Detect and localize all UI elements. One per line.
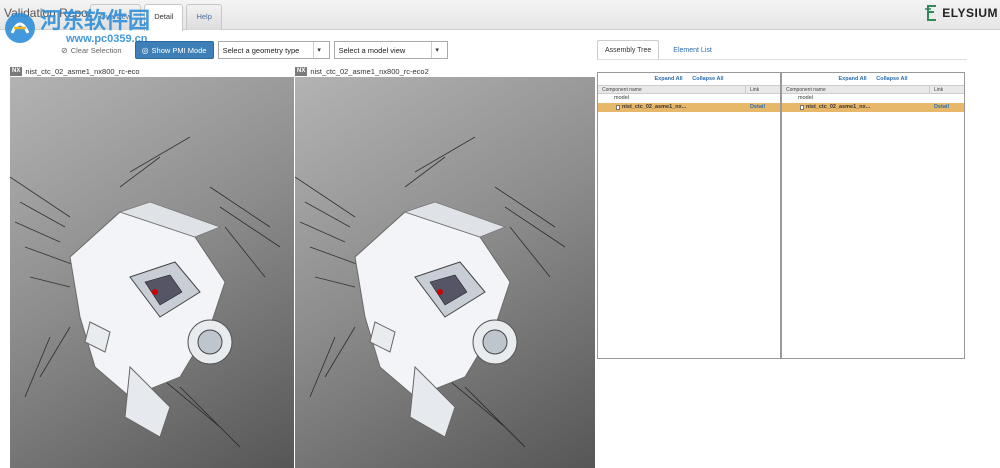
detail-link[interactable]: Detail <box>930 103 964 112</box>
pmi-icon: ◎ <box>141 45 149 55</box>
viewer-2-filename: nist_ctc_02_asme1_nx800_rc-eco2 <box>310 66 429 76</box>
viewer-toolbar: ⊘ Clear Selection ◎ Show PMI Mode Select… <box>0 40 448 60</box>
chevron-down-icon: ▾ <box>430 42 443 58</box>
cad-model-render <box>10 136 281 448</box>
model-viewer-2[interactable] <box>295 77 595 468</box>
tree-child-label: nist_ctc_02_asme1_nx... <box>806 104 871 110</box>
assembly-tree-2: Expand All Collapse All Component name L… <box>781 72 965 359</box>
nx-badge: NX <box>10 66 23 76</box>
tab-help[interactable]: Help <box>186 4 222 30</box>
viewer-1-filename: nist_ctc_02_asme1_nx800_rc-eco <box>25 66 140 76</box>
cad-model-render <box>295 136 566 448</box>
chevron-down-icon: ▾ <box>312 42 325 58</box>
brand-logo: ELYSIUM <box>924 5 998 21</box>
show-pmi-mode-label: Show PMI Mode <box>151 45 207 55</box>
elysium-logo-icon <box>924 5 938 21</box>
tab-assembly-tree[interactable]: Assembly Tree <box>597 40 660 59</box>
watermark-title: 河东软件园 <box>40 9 151 34</box>
column-link: Link <box>750 87 760 93</box>
tree-child-label: nist_ctc_02_asme1_nx... <box>622 104 687 110</box>
clear-selection-button[interactable]: ⊘ Clear Selection <box>54 41 129 59</box>
tree-row-selected[interactable]: nist_ctc_02_asme1_nx... Detail <box>598 103 780 112</box>
assembly-tree-1: Expand All Collapse All Component name L… <box>597 72 781 359</box>
panel-tabs: Assembly Tree Element List <box>597 40 720 59</box>
viewer-2-label: NX nist_ctc_02_asme1_nx800_rc-eco2 <box>295 66 429 76</box>
model-viewer-1[interactable] <box>10 77 294 468</box>
tab-element-list[interactable]: Element List <box>665 40 720 59</box>
viewer-1-label: NX nist_ctc_02_asme1_nx800_rc-eco <box>10 66 140 76</box>
part-file-icon <box>616 105 620 110</box>
nx-badge: NX <box>295 66 308 76</box>
tree-row-root[interactable]: model <box>782 94 964 103</box>
tree-actions: Expand All Collapse All <box>598 73 780 85</box>
tree-root-label: model <box>798 95 813 101</box>
brand-name: ELYSIUM <box>942 6 998 20</box>
tab-detail[interactable]: Detail <box>144 4 184 31</box>
expand-all-link[interactable]: Expand All <box>654 76 682 82</box>
model-view-value: Select a model view <box>338 45 406 55</box>
geometry-type-select[interactable]: Select a geometry type ▾ <box>217 41 330 59</box>
clear-selection-label: Clear Selection <box>70 45 122 55</box>
collapse-all-link[interactable]: Collapse All <box>692 76 723 82</box>
tree-root-label: model <box>614 95 629 101</box>
expand-all-link[interactable]: Expand All <box>838 76 866 82</box>
column-link: Link <box>934 87 944 93</box>
collapse-all-link[interactable]: Collapse All <box>876 76 907 82</box>
tree-header: Component name Link <box>598 85 780 94</box>
panel-divider <box>597 59 967 60</box>
column-component-name: Component name <box>598 86 746 93</box>
tree-actions: Expand All Collapse All <box>782 73 964 85</box>
show-pmi-mode-button[interactable]: ◎ Show PMI Mode <box>134 41 214 59</box>
part-file-icon <box>800 105 804 110</box>
tree-row-root[interactable]: model <box>598 94 780 103</box>
clear-icon: ⊘ <box>61 45 68 55</box>
model-view-select[interactable]: Select a model view ▾ <box>333 41 448 59</box>
column-component-name: Component name <box>782 86 930 93</box>
tree-row-selected[interactable]: nist_ctc_02_asme1_nx... Detail <box>782 103 964 112</box>
tree-header: Component name Link <box>782 85 964 94</box>
detail-link[interactable]: Detail <box>746 103 780 112</box>
geometry-type-value: Select a geometry type <box>222 45 300 55</box>
